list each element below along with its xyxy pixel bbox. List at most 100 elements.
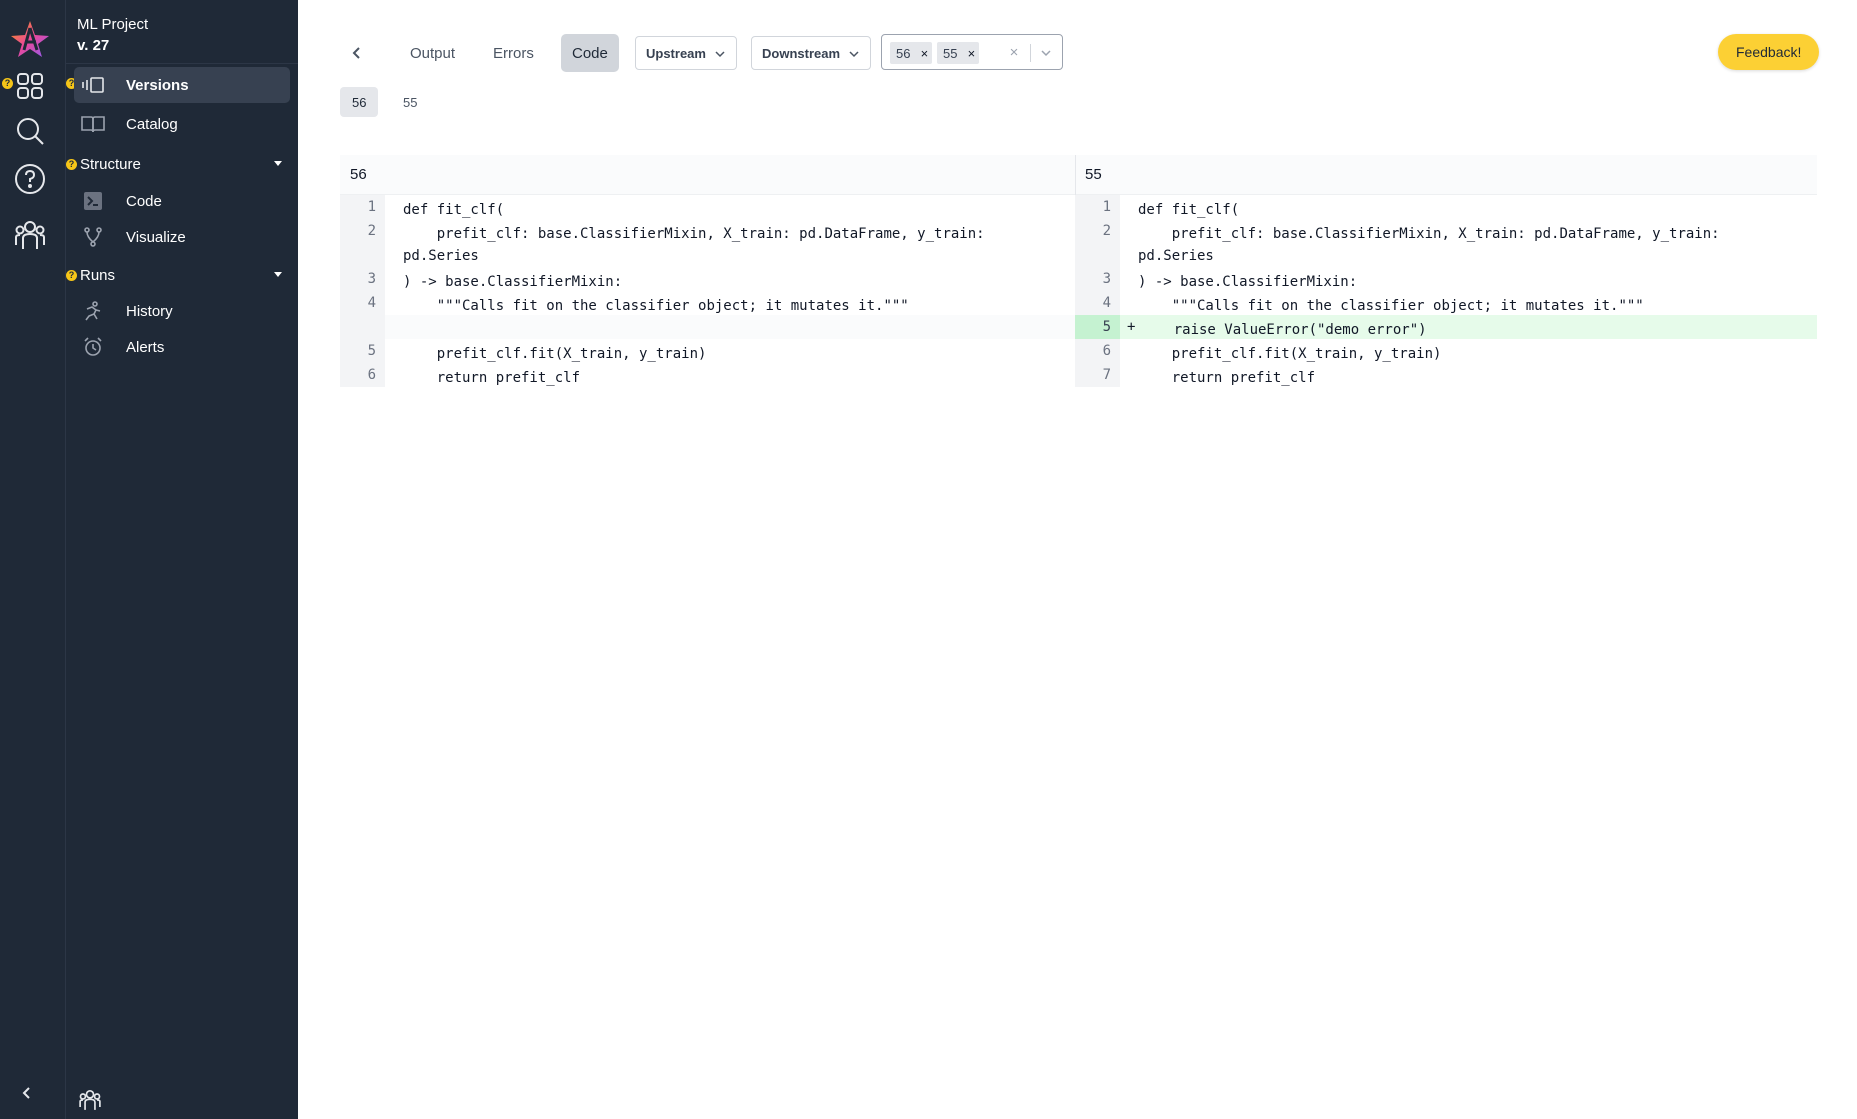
diff-line: 2 prefit_clf: base.ClassifierMixin, X_tr… bbox=[340, 219, 1075, 267]
clear-icon[interactable]: × bbox=[1005, 43, 1023, 61]
chevron-down-icon bbox=[848, 46, 860, 61]
tab-output[interactable]: Output bbox=[399, 34, 466, 72]
back-chevron-icon[interactable] bbox=[346, 42, 368, 64]
line-code: raise ValueError("demo error") bbox=[1140, 315, 1817, 339]
line-code: prefit_clf: base.ClassifierMixin, X_trai… bbox=[1138, 226, 1720, 264]
sidebar-item-code[interactable]: Code bbox=[74, 183, 290, 219]
remove-chip-icon[interactable]: × bbox=[916, 42, 932, 64]
line-code: ) -> base.ClassifierMixin: bbox=[1138, 274, 1358, 290]
sidebar-section-structure[interactable]: ? Structure bbox=[66, 150, 298, 178]
version-chip: 55 × bbox=[937, 42, 980, 64]
line-number: 5 bbox=[1075, 315, 1120, 339]
line-number: 7 bbox=[1075, 363, 1120, 387]
diff-line: 7 return prefit_clf bbox=[1075, 363, 1817, 387]
line-code: return prefit_clf bbox=[403, 370, 581, 386]
section-label: Runs bbox=[80, 266, 116, 284]
diff-line: 4 """Calls fit on the classifier object;… bbox=[340, 291, 1075, 315]
diff-line-empty bbox=[340, 315, 1075, 339]
terminal-icon bbox=[80, 190, 106, 212]
grid-icon[interactable] bbox=[13, 69, 47, 103]
line-code: def fit_clf( bbox=[1138, 202, 1240, 218]
sidebar-item-catalog[interactable]: Catalog bbox=[74, 106, 290, 142]
divider bbox=[66, 63, 298, 64]
project-name: ML Project bbox=[77, 16, 149, 33]
graph-icon bbox=[80, 226, 106, 248]
downstream-dropdown[interactable]: Downstream bbox=[751, 36, 872, 70]
sidebar-item-alerts[interactable]: Alerts bbox=[74, 329, 290, 365]
team-icon[interactable] bbox=[13, 218, 47, 252]
sidebar-item-history[interactable]: History bbox=[74, 293, 290, 329]
sidebar-item-label: Versions bbox=[126, 76, 189, 94]
running-icon bbox=[80, 300, 106, 322]
chevron-down-icon[interactable] bbox=[1036, 43, 1056, 63]
help-badge-icon[interactable]: ? bbox=[66, 158, 77, 170]
line-code: """Calls fit on the classifier object; i… bbox=[1138, 298, 1644, 314]
hamilton-logo-icon[interactable] bbox=[10, 18, 50, 58]
line-number: 6 bbox=[340, 363, 385, 387]
line-code: prefit_clf: base.ClassifierMixin, X_trai… bbox=[403, 226, 985, 264]
diff-line: 6 return prefit_clf bbox=[340, 363, 1075, 387]
diff-header: 56 55 bbox=[340, 155, 1817, 195]
tab-errors[interactable]: Errors bbox=[482, 34, 545, 72]
version-multiselect[interactable]: 56 × 55 × × bbox=[881, 34, 1063, 70]
main-content: Output Errors Code Upstream Downstream 5… bbox=[298, 0, 1857, 1119]
line-number: 2 bbox=[340, 219, 385, 267]
sidebar-section-runs[interactable]: ? Runs bbox=[66, 261, 298, 289]
diff-line: 2 prefit_clf: base.ClassifierMixin, X_tr… bbox=[1075, 219, 1817, 267]
line-number: 2 bbox=[1075, 219, 1120, 267]
project-header: ML Project v. 27 bbox=[77, 14, 148, 56]
collapse-sidebar-icon[interactable] bbox=[16, 1082, 38, 1104]
help-icon[interactable] bbox=[13, 162, 47, 196]
upstream-label: Upstream bbox=[646, 45, 706, 61]
diff-left-title: 56 bbox=[350, 166, 367, 183]
section-label: Structure bbox=[80, 155, 141, 173]
versions-icon bbox=[80, 74, 106, 96]
line-number: 5 bbox=[340, 339, 385, 363]
line-code: return prefit_clf bbox=[1138, 370, 1316, 386]
diff-line: 3 ) -> base.ClassifierMixin: bbox=[1075, 267, 1817, 291]
line-code: def fit_clf( bbox=[403, 202, 505, 218]
line-code: prefit_clf.fit(X_train, y_train) bbox=[1138, 346, 1442, 362]
book-icon bbox=[80, 113, 106, 135]
caret-down-icon bbox=[274, 272, 282, 277]
line-number: 4 bbox=[1075, 291, 1120, 315]
diff-right-title: 55 bbox=[1085, 166, 1102, 183]
nav-sidebar: ML Project v. 27 ? Versions Catalog ? St… bbox=[66, 0, 298, 1119]
line-number: 3 bbox=[1075, 267, 1120, 291]
help-badge-icon[interactable]: ? bbox=[2, 78, 13, 89]
toolbar: Output Errors Code Upstream Downstream 5… bbox=[298, 34, 1857, 72]
line-code: """Calls fit on the classifier object; i… bbox=[403, 298, 909, 314]
sidebar-item-label: Catalog bbox=[126, 115, 178, 133]
team-settings-icon[interactable] bbox=[78, 1088, 102, 1112]
sidebar-item-visualize[interactable]: Visualize bbox=[74, 219, 290, 255]
search-icon[interactable] bbox=[13, 114, 47, 148]
chevron-down-icon bbox=[714, 46, 726, 61]
line-number: 3 bbox=[340, 267, 385, 291]
line-code: prefit_clf.fit(X_train, y_train) bbox=[403, 346, 707, 362]
version-tab[interactable]: 56 bbox=[340, 87, 379, 117]
chip-label: 55 bbox=[943, 45, 958, 61]
diff-line: 3 ) -> base.ClassifierMixin: bbox=[340, 267, 1075, 291]
alarm-clock-icon bbox=[80, 336, 106, 358]
version-tab[interactable]: 55 bbox=[391, 87, 429, 117]
diff-line: 1 def fit_clf( bbox=[1075, 195, 1817, 219]
diff-line: 5 prefit_clf.fit(X_train, y_train) bbox=[340, 339, 1075, 363]
tab-code[interactable]: Code bbox=[561, 34, 619, 72]
sidebar-item-label: Code bbox=[126, 192, 162, 210]
diff-line: 4 """Calls fit on the classifier object;… bbox=[1075, 291, 1817, 315]
diff-line-added: 5 + raise ValueError("demo error") bbox=[1075, 315, 1817, 339]
line-number: 6 bbox=[1075, 339, 1120, 363]
divider bbox=[1075, 155, 1076, 195]
remove-chip-icon[interactable]: × bbox=[963, 42, 979, 64]
line-number: 1 bbox=[1075, 195, 1120, 219]
divider bbox=[1030, 44, 1031, 62]
line-code: ) -> base.ClassifierMixin: bbox=[403, 274, 623, 290]
upstream-dropdown[interactable]: Upstream bbox=[635, 36, 737, 70]
help-badge-icon[interactable]: ? bbox=[66, 269, 77, 281]
line-number: 4 bbox=[340, 291, 385, 315]
downstream-label: Downstream bbox=[762, 45, 841, 61]
sidebar-item-versions[interactable]: Versions bbox=[74, 67, 290, 103]
caret-down-icon bbox=[274, 161, 282, 166]
sidebar-item-label: Alerts bbox=[126, 338, 165, 356]
feedback-button[interactable]: Feedback! bbox=[1718, 34, 1820, 70]
